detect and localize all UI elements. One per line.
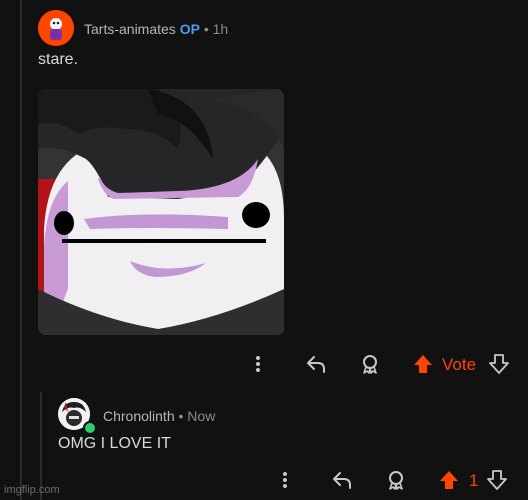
username[interactable]: Chronolinth	[103, 408, 175, 424]
comment-image[interactable]	[38, 89, 284, 335]
stare-face-image	[38, 89, 284, 335]
timestamp: 1h	[212, 21, 229, 37]
op-badge: OP	[179, 21, 200, 37]
downvote-icon	[487, 470, 507, 490]
upvote-icon	[440, 471, 458, 489]
avatar-tarts-icon	[38, 10, 74, 46]
comment-meta: Tarts-animates OP • 1h	[84, 21, 228, 37]
reply-button[interactable]	[304, 352, 328, 376]
comment-text: stare.	[38, 51, 79, 68]
award-icon	[363, 355, 377, 374]
downvote-button[interactable]	[488, 352, 510, 376]
upvote-button[interactable]	[412, 352, 434, 376]
reply-icon	[307, 356, 325, 373]
more-icon	[256, 356, 260, 372]
reply-icon	[333, 472, 351, 489]
thread-line-parent	[20, 0, 22, 500]
watermark: imgflip.com	[4, 484, 60, 496]
upvote-button[interactable]	[438, 468, 460, 492]
more-icon	[283, 472, 287, 488]
meta-separator: •	[203, 21, 209, 37]
comment-text: OMG I LOVE IT	[58, 435, 171, 452]
online-status-dot	[83, 421, 97, 435]
vote-count: 1	[469, 471, 479, 490]
vote-label: Vote	[442, 355, 477, 374]
more-options-button[interactable]	[248, 352, 268, 376]
more-options-button[interactable]	[275, 468, 295, 492]
comment-meta: Chronolinth • Now	[103, 408, 215, 424]
avatar[interactable]	[38, 10, 74, 46]
award-button[interactable]	[384, 468, 408, 492]
reply-button[interactable]	[330, 468, 354, 492]
timestamp: Now	[187, 408, 216, 424]
award-icon	[389, 471, 403, 490]
meta-separator: •	[178, 408, 184, 424]
downvote-button[interactable]	[486, 468, 508, 492]
upvote-icon	[414, 355, 432, 373]
award-button[interactable]	[358, 352, 382, 376]
username[interactable]: Tarts-animates	[84, 21, 176, 37]
downvote-icon	[489, 354, 509, 374]
